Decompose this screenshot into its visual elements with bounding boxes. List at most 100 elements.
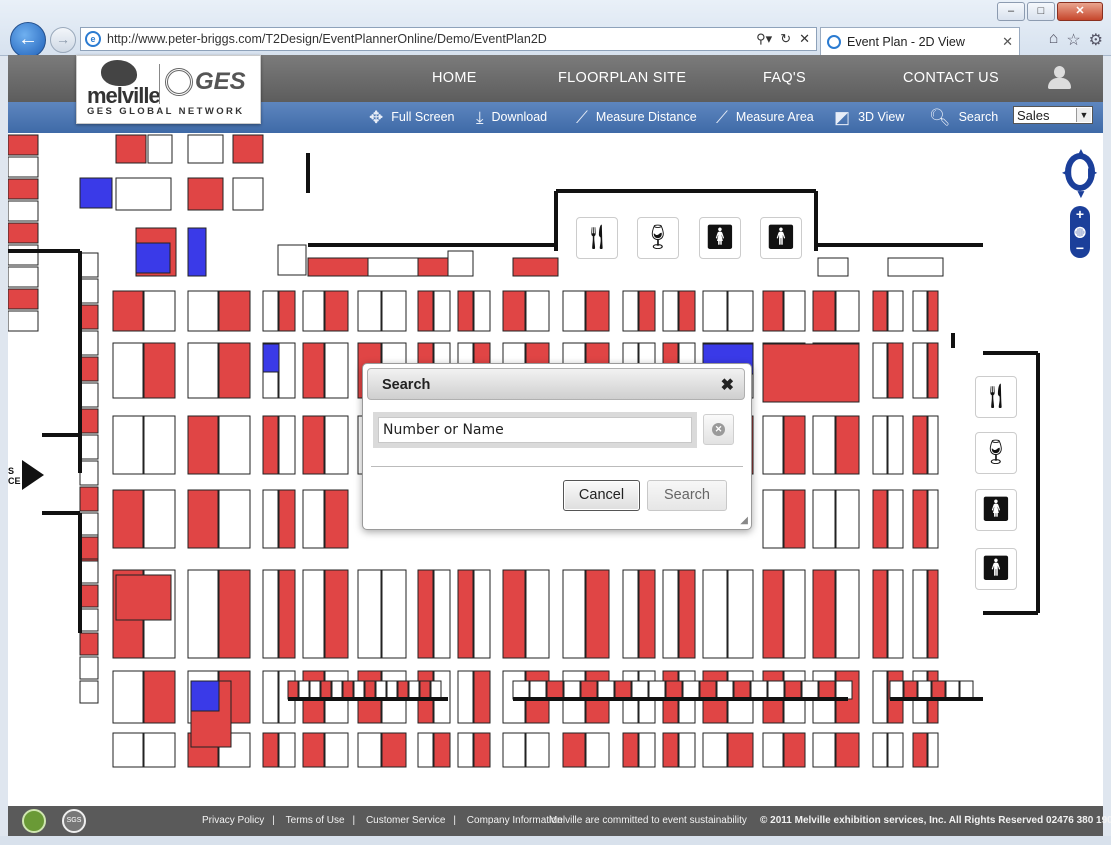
- booth[interactable]: [433, 732, 451, 768]
- booth[interactable]: [8, 222, 39, 244]
- booth[interactable]: [419, 680, 431, 700]
- booth[interactable]: [927, 290, 939, 332]
- booth[interactable]: [277, 244, 307, 276]
- booth[interactable]: [79, 304, 99, 330]
- search-input[interactable]: [378, 417, 692, 443]
- booth[interactable]: [622, 569, 639, 659]
- booth[interactable]: [835, 732, 860, 768]
- url-text[interactable]: http://www.peter-briggs.com/T2Design/Eve…: [107, 32, 756, 46]
- reserved-booth[interactable]: [262, 343, 280, 373]
- booth[interactable]: [912, 732, 928, 768]
- booth[interactable]: [79, 512, 99, 536]
- booth[interactable]: [302, 290, 325, 332]
- booth[interactable]: [812, 489, 836, 549]
- booth[interactable]: [309, 680, 321, 700]
- booth[interactable]: [447, 250, 474, 277]
- booth[interactable]: [324, 342, 349, 399]
- booth[interactable]: [457, 670, 474, 724]
- booth[interactable]: [79, 460, 99, 486]
- booth[interactable]: [8, 134, 39, 156]
- booth[interactable]: [678, 569, 696, 659]
- booth[interactable]: [529, 680, 547, 700]
- booth[interactable]: [702, 569, 728, 659]
- booth[interactable]: [648, 680, 666, 700]
- booth[interactable]: [917, 680, 932, 700]
- booth[interactable]: [342, 680, 354, 700]
- booth[interactable]: [927, 732, 939, 768]
- nav-faqs[interactable]: FAQ'S: [763, 55, 806, 102]
- booth[interactable]: [262, 569, 279, 659]
- close-window-button[interactable]: ✕: [1057, 2, 1103, 21]
- booth[interactable]: [762, 732, 784, 768]
- filter-select[interactable]: Sales ▼: [1013, 106, 1093, 124]
- bar-wineglass-icon[interactable]: 🍷︎: [975, 432, 1017, 474]
- booth[interactable]: [562, 732, 586, 768]
- booth[interactable]: [597, 680, 615, 700]
- booth[interactable]: [872, 290, 888, 332]
- booth[interactable]: [386, 680, 398, 700]
- womens-restroom-icon[interactable]: 🚺︎: [975, 489, 1017, 531]
- booth[interactable]: [381, 290, 407, 332]
- booth[interactable]: [187, 415, 219, 475]
- customer-service-link[interactable]: Customer Service: [362, 815, 449, 826]
- booth[interactable]: [457, 732, 474, 768]
- booth[interactable]: [784, 680, 802, 700]
- pan-down-icon[interactable]: ▼: [1075, 187, 1087, 201]
- booth[interactable]: [187, 489, 219, 549]
- booth[interactable]: [812, 569, 836, 659]
- booth[interactable]: [302, 415, 325, 475]
- booth[interactable]: [8, 156, 39, 178]
- booth[interactable]: [79, 560, 99, 584]
- booth[interactable]: [8, 244, 39, 266]
- booth[interactable]: [887, 342, 904, 399]
- booth[interactable]: [397, 680, 409, 700]
- booth[interactable]: [8, 178, 39, 200]
- booth[interactable]: [218, 569, 251, 659]
- search-dropdown-icon[interactable]: ⚲▾: [756, 31, 772, 47]
- booth[interactable]: [614, 680, 632, 700]
- booth[interactable]: [278, 489, 296, 549]
- booth[interactable]: [473, 569, 491, 659]
- booth[interactable]: [783, 415, 806, 475]
- resize-grip-icon[interactable]: ◢: [740, 515, 748, 526]
- melville-ges-logo[interactable]: melville GES GES GLOBAL NETWORK: [76, 55, 261, 124]
- booth[interactable]: [912, 342, 928, 399]
- booth[interactable]: [79, 632, 99, 656]
- booth[interactable]: [502, 732, 526, 768]
- booth[interactable]: [912, 415, 928, 475]
- booth[interactable]: [585, 290, 610, 332]
- full-screen-button[interactable]: ✥ Full Screen: [369, 102, 454, 133]
- booth[interactable]: [889, 680, 904, 700]
- booth[interactable]: [783, 569, 806, 659]
- booth[interactable]: [631, 680, 649, 700]
- booth[interactable]: [835, 569, 860, 659]
- booth[interactable]: [79, 536, 99, 560]
- booth[interactable]: [357, 569, 382, 659]
- pan-right-icon[interactable]: ▶: [1088, 165, 1097, 179]
- booth[interactable]: [112, 415, 144, 475]
- pan-up-icon[interactable]: ▲: [1075, 145, 1087, 159]
- booth[interactable]: [473, 290, 491, 332]
- large-booth[interactable]: [762, 343, 860, 403]
- booth[interactable]: [783, 489, 806, 549]
- booth[interactable]: [580, 680, 598, 700]
- booth[interactable]: [887, 415, 904, 475]
- booth[interactable]: [585, 569, 610, 659]
- booth[interactable]: [682, 680, 700, 700]
- booth[interactable]: [801, 680, 819, 700]
- booth[interactable]: [287, 680, 299, 700]
- booth[interactable]: [143, 732, 176, 768]
- booth[interactable]: [187, 342, 219, 399]
- booth[interactable]: [302, 732, 325, 768]
- mens-restroom-icon[interactable]: 🚹︎: [975, 548, 1017, 590]
- booth[interactable]: [638, 732, 656, 768]
- booth[interactable]: [417, 290, 434, 332]
- cancel-button[interactable]: Cancel: [563, 480, 640, 511]
- booth[interactable]: [716, 680, 734, 700]
- download-button[interactable]: ⤓ Download: [476, 102, 547, 133]
- booth[interactable]: [262, 670, 279, 724]
- forward-arrow-icon[interactable]: →: [50, 27, 76, 53]
- booth[interactable]: [331, 680, 343, 700]
- booth[interactable]: [218, 342, 251, 399]
- pan-left-icon[interactable]: ◀: [1062, 165, 1071, 179]
